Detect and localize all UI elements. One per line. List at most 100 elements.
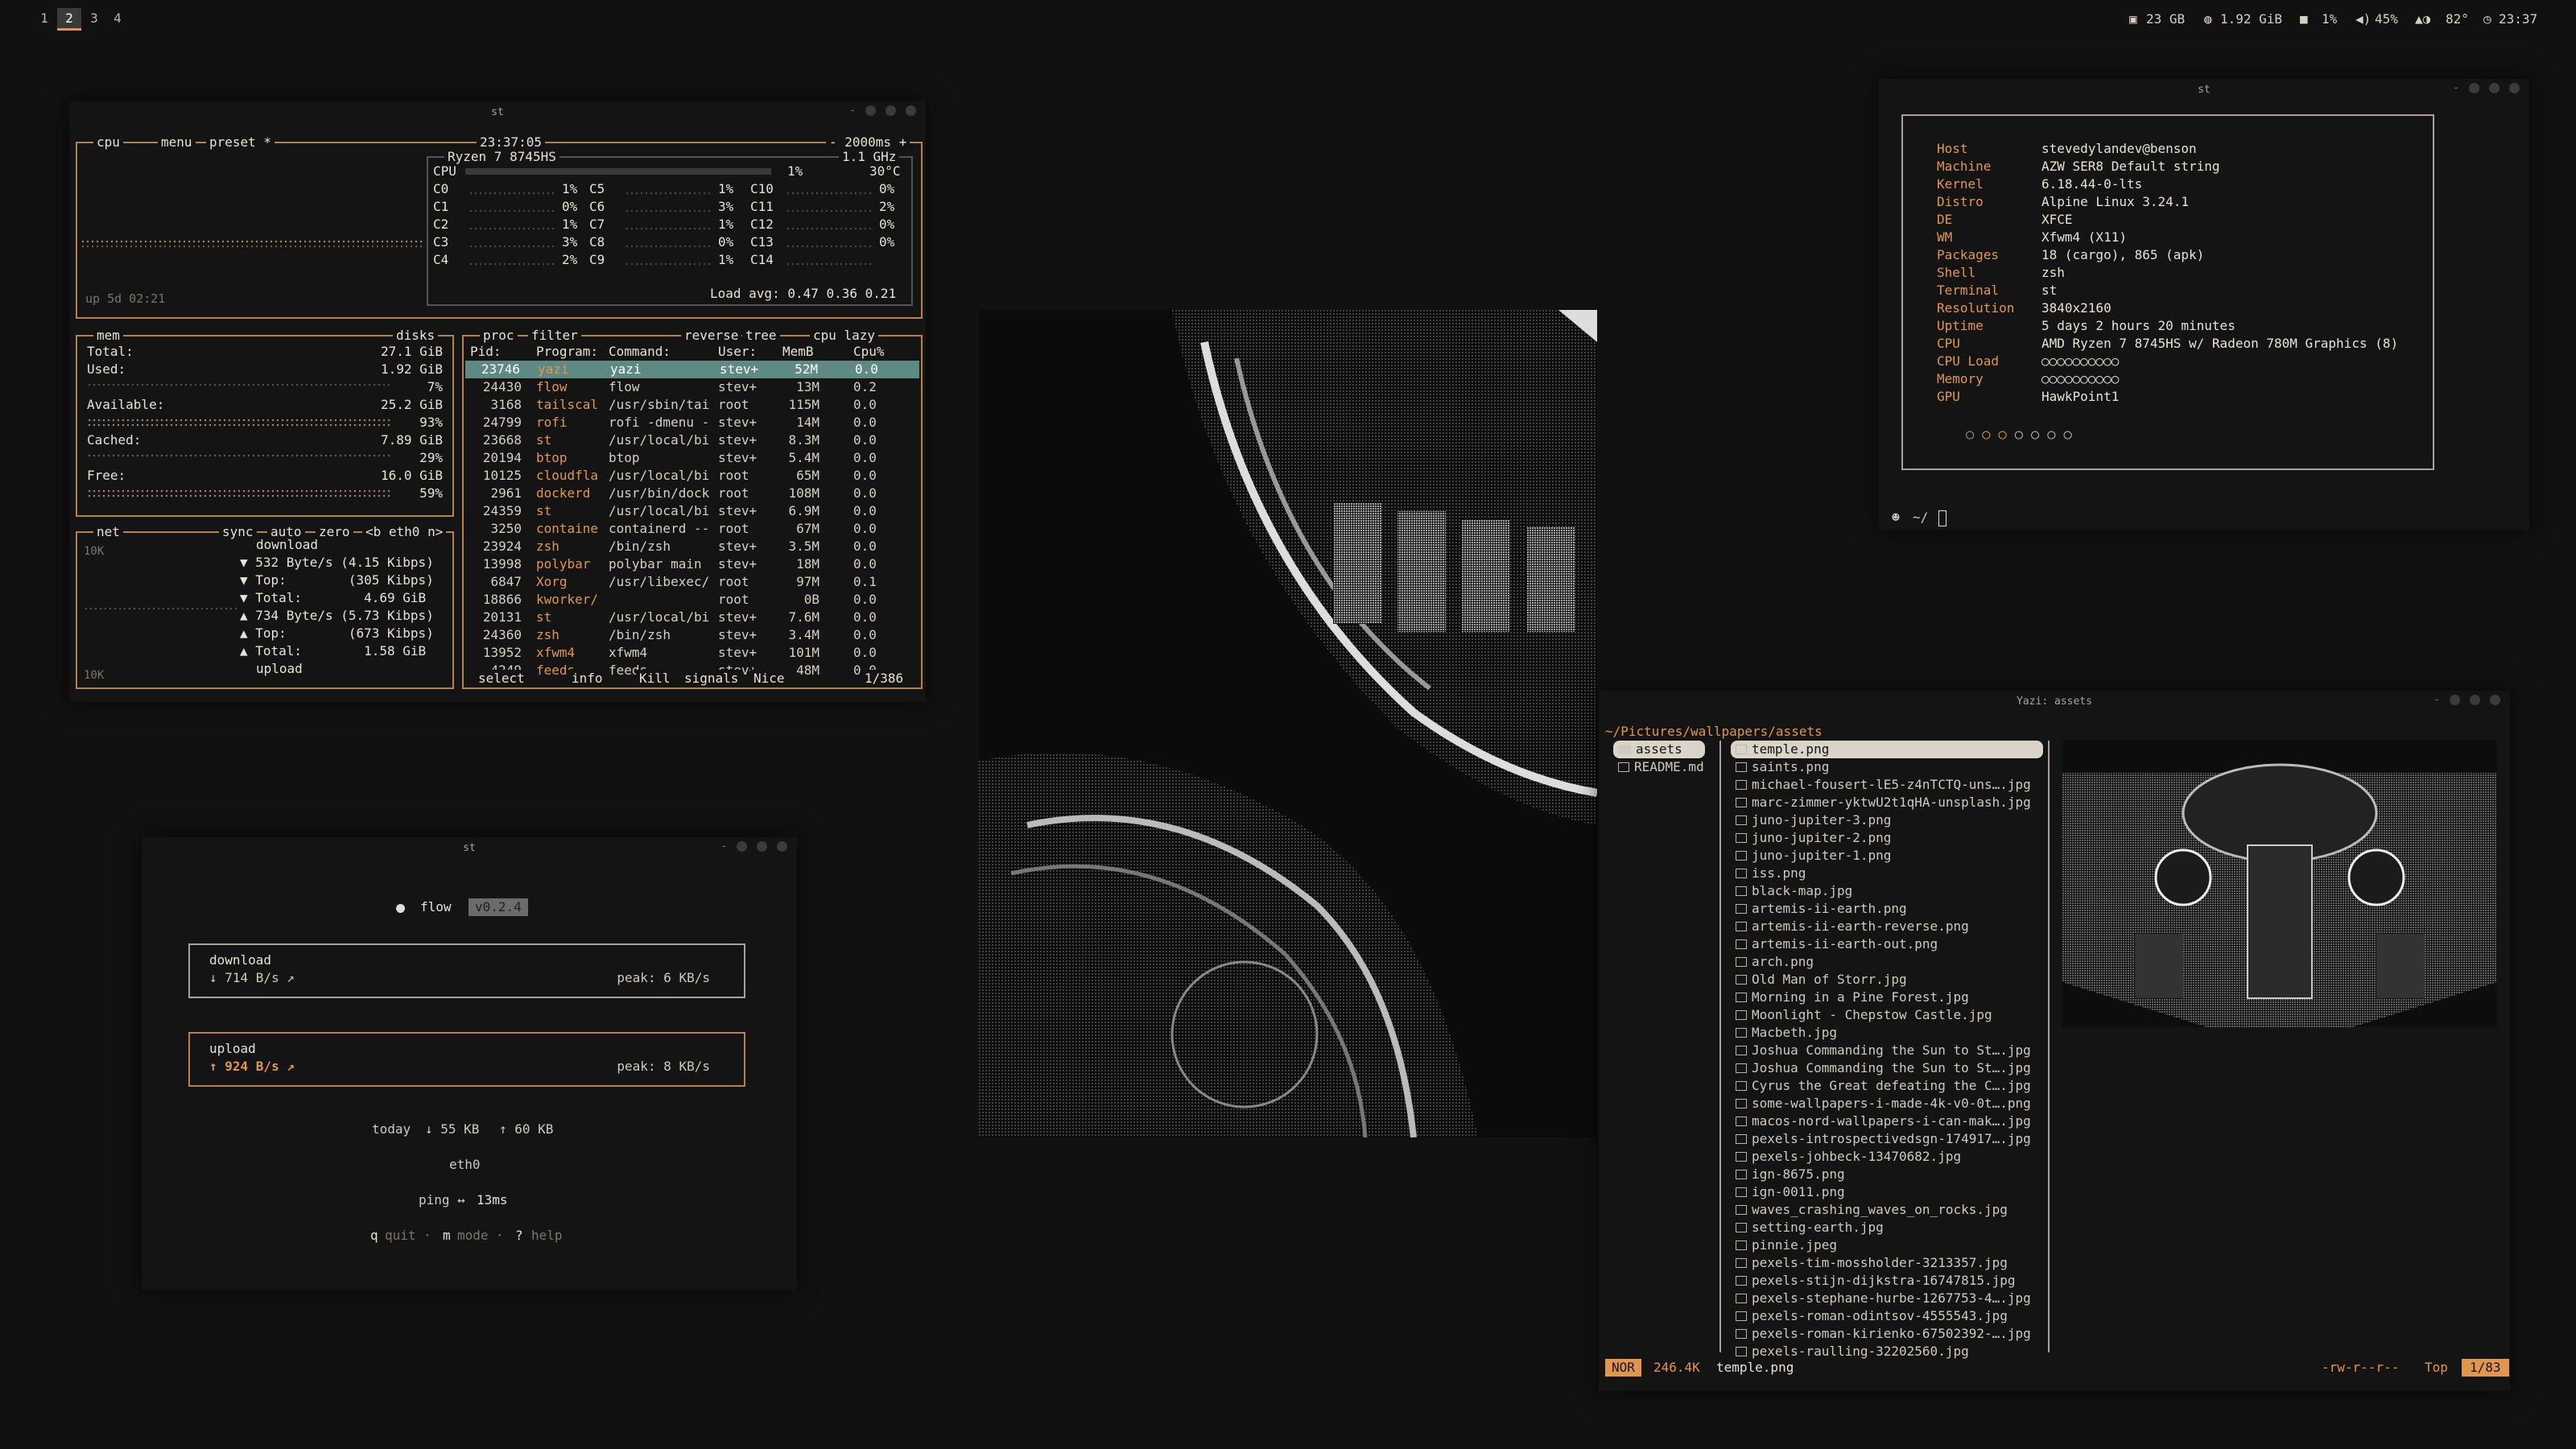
file-item[interactable]: black-map.jpg bbox=[1731, 882, 2043, 900]
maximize-button[interactable] bbox=[886, 105, 896, 116]
proc-row[interactable]: 6847 Xorg/usr/libexec/root 97M 0.1 bbox=[464, 573, 921, 591]
preset-tab[interactable]: preset * bbox=[206, 134, 275, 151]
close-button[interactable] bbox=[2509, 83, 2520, 93]
mem-tab[interactable]: mem bbox=[93, 327, 123, 345]
proc-nice[interactable]: Nice bbox=[750, 670, 788, 687]
file-item[interactable]: ign-0011.png bbox=[1731, 1183, 2043, 1201]
proc-row[interactable]: 24360 zsh/bin/zsh stev+ 3.4M 0.0 bbox=[464, 626, 921, 644]
proc-kill[interactable]: Kill bbox=[636, 670, 674, 687]
proc-column-header[interactable]: Program: bbox=[536, 343, 598, 361]
file-item[interactable]: Old Man of Storr.jpg bbox=[1731, 971, 2043, 989]
file-item[interactable]: juno-jupiter-3.png bbox=[1731, 811, 2043, 829]
proc-sort[interactable]: cpu lazy bbox=[810, 327, 879, 345]
file-item[interactable]: pexels-tim-mossholder-3213357.jpg bbox=[1731, 1254, 2043, 1272]
file-item[interactable]: pexels-stephane-hurbe-1267753-4….jpg bbox=[1731, 1290, 2043, 1307]
file-item[interactable]: Moonlight - Chepstow Castle.jpg bbox=[1731, 1006, 2043, 1024]
file-item[interactable]: Joshua Commanding the Sun to St….jpg bbox=[1731, 1059, 2043, 1077]
proc-column-header[interactable]: Cpu% bbox=[853, 343, 885, 361]
net-zero[interactable]: zero bbox=[316, 523, 353, 541]
flow-window[interactable]: st - flow v0.2.4 download ↓ 714 B/s ↗ pe… bbox=[142, 837, 797, 1290]
file-item[interactable]: pinnie.jpeg bbox=[1731, 1236, 2043, 1254]
file-item[interactable]: artemis-ii-earth-out.png bbox=[1731, 935, 2043, 953]
proc-info[interactable]: info bbox=[568, 670, 606, 687]
file-item[interactable]: arch.png bbox=[1731, 953, 2043, 971]
file-item[interactable]: iss.png bbox=[1731, 865, 2043, 882]
mode-key[interactable]: m bbox=[443, 1227, 451, 1245]
file-item[interactable]: macos-nord-wallpapers-i-can-mak….jpg bbox=[1731, 1113, 2043, 1130]
proc-column-header[interactable]: User: bbox=[718, 343, 757, 361]
proc-row[interactable]: 20194 btop btop stev+ 5.4M 0.0 bbox=[464, 449, 921, 467]
proc-row[interactable]: 3250 containe containerd -- root 67M 0.0 bbox=[464, 520, 921, 538]
menu-tab[interactable]: menu bbox=[158, 134, 196, 151]
proc-row[interactable]: 24799 rofi rofi -dmenu - stev+ 14M 0.0 bbox=[464, 414, 921, 431]
close-button[interactable] bbox=[777, 841, 787, 852]
volume-level[interactable]: 45% bbox=[2375, 11, 2398, 27]
cpu-tab[interactable]: cpu bbox=[93, 134, 123, 151]
cursor[interactable] bbox=[1938, 510, 1946, 526]
proc-row[interactable]: 20131 st/usr/local/bi stev+ 7.6M 0.0 bbox=[464, 609, 921, 626]
proc-row[interactable]: 13998 polybar polybar main stev+ 18M 0.0 bbox=[464, 555, 921, 573]
maximize-button[interactable] bbox=[2489, 83, 2500, 93]
btop-window[interactable]: st - cpu menu preset * 23:37:05 - 2000ms… bbox=[69, 101, 926, 702]
proc-row[interactable]: 2961 dockerd/usr/bin/dock root 108M 0.0 bbox=[464, 485, 921, 502]
disks-tab[interactable]: disks bbox=[393, 327, 439, 345]
file-item[interactable]: juno-jupiter-2.png bbox=[1731, 829, 2043, 847]
file-item[interactable]: Cyrus the Great defeating the C….jpg bbox=[1731, 1077, 2043, 1095]
close-button[interactable] bbox=[2490, 695, 2500, 705]
file-item[interactable]: artemis-ii-earth-reverse.png bbox=[1731, 918, 2043, 935]
minimize-button[interactable] bbox=[2469, 83, 2479, 93]
proc-reverse[interactable]: reverse bbox=[681, 327, 742, 345]
minimize-button[interactable] bbox=[865, 105, 876, 116]
file-item[interactable]: temple.png bbox=[1731, 741, 2043, 758]
file-item[interactable]: waves_crashing_waves_on_rocks.jpg bbox=[1731, 1201, 2043, 1219]
proc-tree[interactable]: tree bbox=[742, 327, 780, 345]
file-item[interactable]: juno-jupiter-1.png bbox=[1731, 847, 2043, 865]
yazi-window[interactable]: Yazi: assets - ~/Pictures/wallpapers/ass… bbox=[1599, 691, 2510, 1391]
proc-signals[interactable]: signals bbox=[681, 670, 742, 687]
proc-row[interactable]: 24359 st/usr/local/bi stev+ 6.9M 0.0 bbox=[464, 502, 921, 520]
proc-column-header[interactable]: MemB bbox=[782, 343, 814, 361]
net-sync[interactable]: sync bbox=[219, 523, 257, 541]
help-key[interactable]: ? bbox=[515, 1227, 523, 1245]
file-item[interactable]: saints.png bbox=[1731, 758, 2043, 776]
proc-tab[interactable]: proc bbox=[480, 327, 518, 345]
net-interface[interactable]: <b eth0 n> bbox=[362, 523, 447, 541]
file-item[interactable]: pexels-introspectivedsgn-174917….jpg bbox=[1731, 1130, 2043, 1148]
workspace-2[interactable]: 2 bbox=[57, 8, 81, 31]
maximize-button[interactable] bbox=[2470, 695, 2480, 705]
workspace-3[interactable]: 3 bbox=[82, 8, 106, 31]
file-item[interactable]: pexels-stijn-dijkstra-16747815.jpg bbox=[1731, 1272, 2043, 1290]
parent-item-readme[interactable]: README.md bbox=[1613, 758, 1704, 776]
minimize-icon[interactable]: - bbox=[849, 105, 856, 117]
parent-item-assets[interactable]: assets bbox=[1613, 741, 1705, 758]
proc-row[interactable]: 23924 zsh/bin/zsh stev+ 3.5M 0.0 bbox=[464, 538, 921, 555]
net-tab[interactable]: net bbox=[93, 523, 123, 541]
close-button[interactable] bbox=[906, 105, 916, 116]
file-item[interactable]: artemis-ii-earth.png bbox=[1731, 900, 2043, 918]
file-item[interactable]: pexels-johbeck-13470682.jpg bbox=[1731, 1148, 2043, 1166]
proc-row[interactable]: 23746 yazi yazi stev+ 52M 0.0 bbox=[465, 361, 919, 378]
proc-column-header[interactable]: Pid: bbox=[470, 343, 502, 361]
proc-row[interactable]: 24430 flow flow stev+ 13M 0.2 bbox=[464, 378, 921, 396]
file-item[interactable]: marc-zimmer-yktwU2t1qHA-unsplash.jpg bbox=[1731, 794, 2043, 811]
file-item[interactable]: ign-8675.png bbox=[1731, 1166, 2043, 1183]
file-item[interactable]: Joshua Commanding the Sun to St….jpg bbox=[1731, 1042, 2043, 1059]
proc-select[interactable]: select bbox=[475, 670, 528, 687]
file-item[interactable]: michael-fousert-lE5-z4nTCTQ-uns….jpg bbox=[1731, 776, 2043, 794]
workspace-4[interactable]: 4 bbox=[105, 8, 130, 31]
proc-row[interactable]: 3168 tailscal/usr/sbin/tai root 115M 0.0 bbox=[464, 396, 921, 414]
fetch-window[interactable]: st - Host stevedylandev@benson Machine AZW … bbox=[1879, 79, 2529, 530]
proc-column-header[interactable]: Command: bbox=[609, 343, 671, 361]
proc-filter[interactable]: filter bbox=[528, 327, 581, 345]
file-item[interactable]: setting-earth.jpg bbox=[1731, 1219, 2043, 1236]
file-item[interactable]: some-wallpapers-i-made-4k-v0-0t….png bbox=[1731, 1095, 2043, 1113]
proc-row[interactable]: 13952 xfwm4 xfwm4 stev+ 101M 0.0 bbox=[464, 644, 921, 662]
proc-row[interactable]: 23668 st/usr/local/bi stev+ 8.3M 0.0 bbox=[464, 431, 921, 449]
file-item[interactable]: pexels-raulling-32202560.jpg bbox=[1731, 1343, 2043, 1360]
proc-row[interactable]: 18866 kworker/root 0B 0.0 bbox=[464, 591, 921, 609]
file-item[interactable]: pexels-roman-odintsov-4555543.jpg bbox=[1731, 1307, 2043, 1325]
workspace-1[interactable]: 1 bbox=[32, 8, 56, 31]
file-item[interactable]: Macbeth.jpg bbox=[1731, 1024, 2043, 1042]
file-item[interactable]: pexels-roman-kirienko-67502392-….jpg bbox=[1731, 1325, 2043, 1343]
minimize-button[interactable] bbox=[737, 841, 747, 852]
